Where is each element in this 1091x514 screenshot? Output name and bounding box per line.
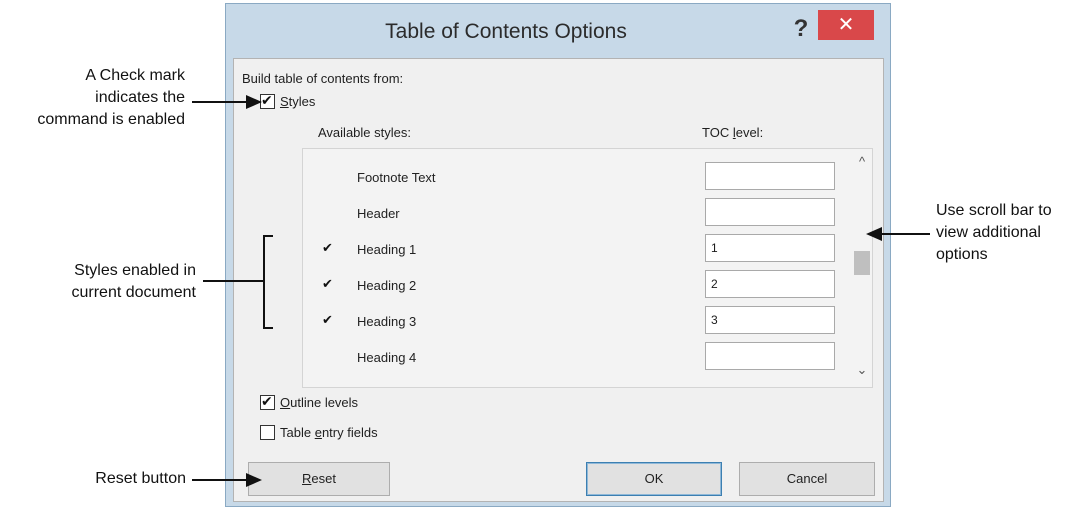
annotation-line: current document — [71, 284, 196, 301]
check-mark-annotation: A Check mark indicates the command is en… — [0, 65, 185, 131]
style-name: Heading 3 — [357, 314, 417, 329]
table-entry-fields-checkbox[interactable] — [260, 425, 275, 440]
check-mark-icon: ✔ — [261, 393, 273, 409]
annotation-line: command is enabled — [37, 111, 185, 128]
styles-checkbox-label: Styles — [280, 94, 316, 109]
style-name: Header — [357, 206, 400, 221]
style-name: Heading 4 — [357, 350, 417, 365]
style-name: Heading 1 — [357, 242, 417, 257]
table-entry-fields-label: Table entry fields — [280, 425, 378, 440]
help-icon[interactable]: ? — [786, 14, 816, 44]
enabled-check-icon: ✔ — [322, 276, 333, 291]
toc-level-input[interactable] — [705, 162, 835, 190]
toc-level-input[interactable]: 3 — [705, 306, 835, 334]
toc-level-input[interactable]: 1 — [705, 234, 835, 262]
cancel-button[interactable]: Cancel — [739, 462, 875, 496]
arrow-line — [882, 233, 930, 235]
check-mark-icon: ✔ — [261, 92, 273, 108]
scroll-bar-annotation: Use scroll bar to view additional option… — [936, 200, 1052, 266]
annotation-line: A Check mark — [85, 67, 185, 84]
dialog-body: Build table of contents from: ✔ Styles A… — [233, 58, 884, 502]
styles-checkbox[interactable]: ✔ — [260, 92, 275, 109]
toc-level-input[interactable] — [705, 198, 835, 226]
bracket-stem — [203, 280, 263, 282]
available-styles-header: Available styles: — [318, 125, 411, 140]
scroll-down-icon[interactable]: ⌄ — [853, 361, 871, 379]
scrollbar-thumb[interactable] — [854, 251, 870, 275]
dialog-title: Table of Contents Options — [385, 20, 627, 43]
annotation-line: Styles enabled in — [74, 262, 196, 279]
style-name: Heading 2 — [357, 278, 417, 293]
style-name: Footnote Text — [357, 170, 436, 185]
annotation-line: view additional — [936, 224, 1041, 241]
styles-list[interactable]: Footnote Text Header ✔ Heading 1 1 ✔ Hea… — [302, 148, 873, 388]
toc-level-header: TOC level: — [702, 125, 764, 140]
enabled-check-icon: ✔ — [322, 312, 333, 327]
build-from-label: Build table of contents from: — [242, 71, 404, 86]
ok-button[interactable]: OK — [586, 462, 722, 496]
reset-button-annotation: Reset button — [95, 470, 186, 487]
arrow-left-icon — [866, 227, 882, 241]
scroll-up-icon[interactable]: ^ — [853, 153, 871, 171]
annotation-line: options — [936, 246, 988, 263]
reset-button[interactable]: Reset — [248, 462, 390, 496]
outline-levels-label: Outline levels — [280, 395, 359, 410]
outline-levels-checkbox[interactable]: ✔ — [260, 393, 275, 410]
toc-level-input[interactable] — [705, 342, 835, 370]
close-button[interactable]: ✕ — [818, 10, 874, 40]
arrow-right-icon — [246, 473, 262, 487]
annotation-line: Use scroll bar to — [936, 202, 1052, 219]
toc-options-dialog: Table of Contents Options ? ✕ Build tabl… — [225, 3, 891, 507]
enabled-check-icon: ✔ — [322, 240, 333, 255]
bracket — [263, 235, 273, 329]
annotation-line: indicates the — [95, 89, 185, 106]
arrow-line — [192, 479, 246, 481]
toc-level-input[interactable]: 2 — [705, 270, 835, 298]
title-bar: Table of Contents Options ? ✕ — [226, 4, 890, 56]
arrow-line — [192, 101, 246, 103]
arrow-right-icon — [246, 95, 262, 109]
styles-enabled-annotation: Styles enabled in current document — [0, 260, 196, 304]
